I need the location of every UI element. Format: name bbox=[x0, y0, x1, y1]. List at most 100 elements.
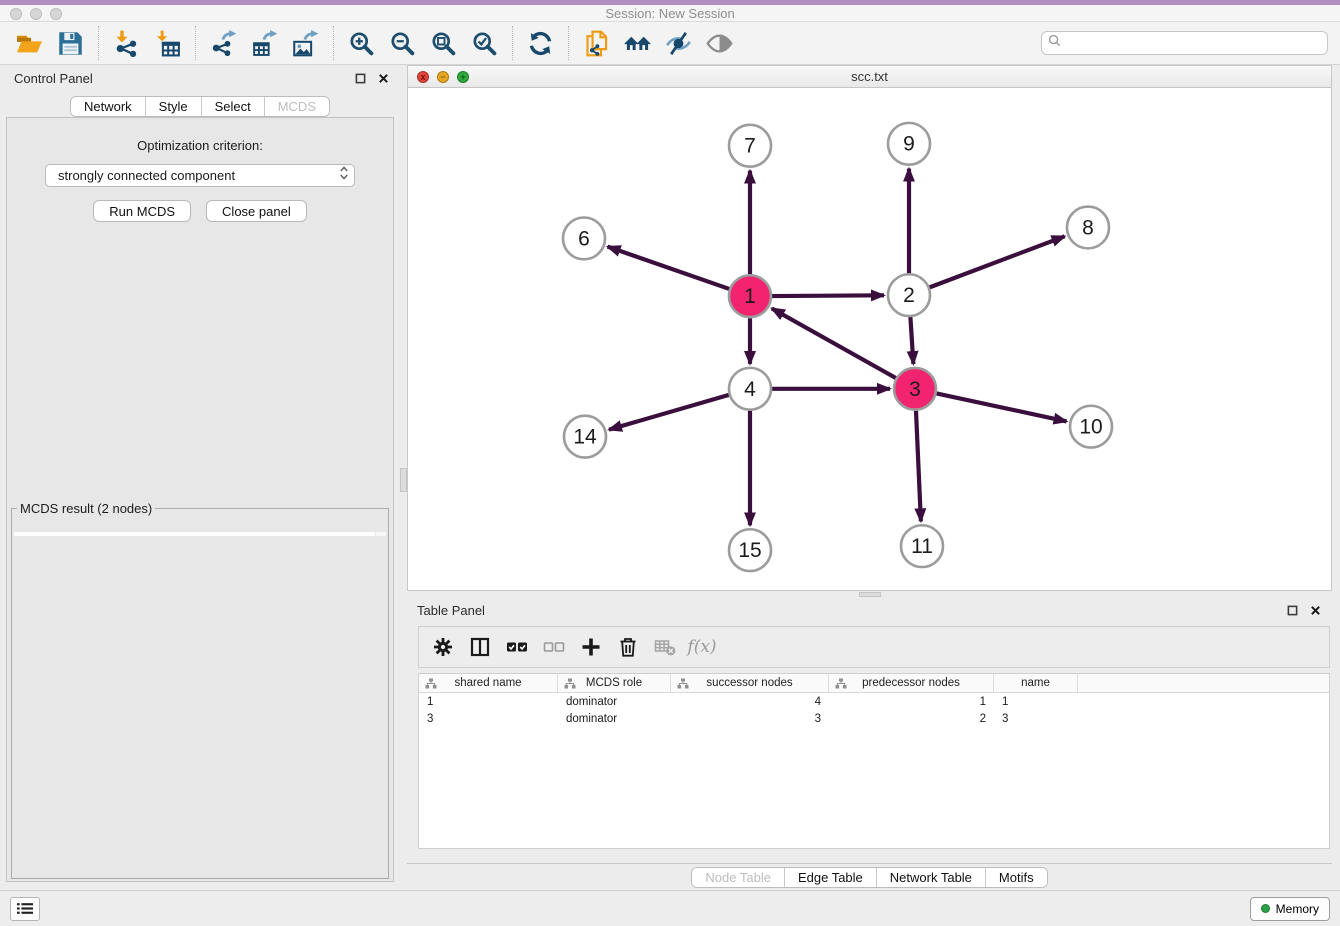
search-input[interactable] bbox=[1065, 36, 1321, 50]
search-box[interactable] bbox=[1041, 31, 1328, 55]
attribute-type-icon bbox=[564, 678, 576, 689]
select-stepper-icon bbox=[339, 165, 349, 186]
add-row-button[interactable] bbox=[577, 632, 605, 662]
zoom-selected-button[interactable] bbox=[467, 26, 501, 60]
table-panel: Table Panel f(x) shared nameMCDS rolesuc… bbox=[407, 597, 1332, 890]
memory-button[interactable]: Memory bbox=[1250, 897, 1330, 921]
gear-icon bbox=[432, 636, 454, 658]
column-header-label: predecessor nodes bbox=[862, 677, 960, 689]
table-row[interactable]: 1dominator411 bbox=[419, 693, 1329, 710]
export-image-button[interactable] bbox=[288, 26, 322, 60]
export-table-button[interactable] bbox=[247, 26, 281, 60]
attribute-type-icon bbox=[677, 678, 689, 689]
zoom-out-icon bbox=[389, 30, 416, 57]
table-cell: 1 bbox=[994, 693, 1078, 710]
network-view-window: x − + scc.txt 7968124314101511 bbox=[407, 65, 1332, 591]
import-network-button[interactable] bbox=[109, 26, 143, 60]
splitter-grip[interactable] bbox=[859, 592, 881, 597]
houses-button[interactable] bbox=[620, 26, 654, 60]
export-image-icon bbox=[292, 30, 319, 57]
table-cell: 1 bbox=[419, 693, 558, 710]
table-row[interactable]: 3dominator323 bbox=[419, 710, 1329, 727]
right-column: x − + scc.txt 7968124314101511 Table Pan… bbox=[407, 65, 1340, 890]
delete-row-button[interactable] bbox=[614, 632, 642, 662]
memory-status-icon bbox=[1261, 904, 1270, 913]
table-panel-title: Table Panel bbox=[417, 603, 485, 618]
splitter-grip[interactable] bbox=[400, 468, 407, 492]
import-table-button[interactable] bbox=[150, 26, 184, 60]
table-panel-float-button[interactable] bbox=[1285, 603, 1299, 617]
table-cell: 3 bbox=[994, 710, 1078, 727]
network-window-titlebar: x − + scc.txt bbox=[408, 66, 1331, 88]
clone-network-button[interactable] bbox=[579, 26, 613, 60]
control-panel-close-button[interactable] bbox=[376, 71, 390, 85]
header-filler bbox=[1078, 674, 1329, 692]
control-panel-title: Control Panel bbox=[14, 71, 93, 86]
tab-node-table[interactable]: Node Table bbox=[692, 868, 785, 887]
zoom-fit-button[interactable] bbox=[426, 26, 460, 60]
table-cell: 4 bbox=[671, 693, 829, 710]
graph-edge-2-8[interactable] bbox=[930, 236, 1065, 287]
task-history-button[interactable] bbox=[10, 897, 40, 921]
mac-titlebar: Session: New Session bbox=[0, 0, 1340, 22]
mcds-result-legend: MCDS result (2 nodes) bbox=[17, 501, 155, 516]
column-header-shared-name[interactable]: shared name bbox=[419, 674, 558, 692]
graph-edge-2-3[interactable] bbox=[910, 317, 913, 364]
attribute-type-icon bbox=[425, 678, 437, 689]
tab-motifs[interactable]: Motifs bbox=[986, 868, 1047, 887]
mcds-tab-content: Optimization criterion: strongly connect… bbox=[6, 117, 394, 882]
zoom-out-button[interactable] bbox=[385, 26, 419, 60]
delete-table-icon bbox=[654, 636, 676, 658]
birds-eye-view-button[interactable] bbox=[702, 26, 736, 60]
graph-node-label: 11 bbox=[911, 535, 933, 558]
table-panel-close-button[interactable] bbox=[1308, 603, 1322, 617]
gear-button[interactable] bbox=[429, 632, 457, 662]
toolbar-separator bbox=[512, 26, 513, 60]
vertical-splitter[interactable] bbox=[400, 65, 407, 890]
open-session-button[interactable] bbox=[12, 26, 46, 60]
toolbar-separator bbox=[195, 26, 196, 60]
toolbar-separator bbox=[568, 26, 569, 60]
hide-graphics-details-button[interactable] bbox=[661, 26, 695, 60]
mcds-result-fieldset: MCDS result (2 nodes) 13 bbox=[11, 501, 389, 879]
graph-edge-3-11[interactable] bbox=[916, 411, 921, 522]
zoom-in-button[interactable] bbox=[344, 26, 378, 60]
import-table-icon bbox=[154, 30, 181, 57]
graph-edge-4-14[interactable] bbox=[609, 395, 729, 430]
tab-select[interactable]: Select bbox=[202, 97, 265, 116]
toolbar-separator bbox=[98, 26, 99, 60]
column-header-successor-nodes[interactable]: successor nodes bbox=[671, 674, 829, 692]
tab-edge-table[interactable]: Edge Table bbox=[785, 868, 877, 887]
control-panel-tabs: NetworkStyleSelectMCDS bbox=[0, 91, 400, 117]
clear-selection-button[interactable] bbox=[540, 632, 568, 662]
column-header-predecessor-nodes[interactable]: predecessor nodes bbox=[829, 674, 994, 692]
import-network-icon bbox=[113, 30, 140, 57]
columns-button[interactable] bbox=[466, 632, 494, 662]
save-session-button[interactable] bbox=[53, 26, 87, 60]
columns-icon bbox=[469, 636, 491, 658]
result-scrollbar[interactable] bbox=[375, 532, 386, 536]
graph-edge-1-6[interactable] bbox=[608, 247, 730, 289]
refresh-button[interactable] bbox=[523, 26, 557, 60]
optimization-criterion-select[interactable]: strongly connected component bbox=[45, 164, 355, 187]
tab-style[interactable]: Style bbox=[146, 97, 202, 116]
graph-edge-1-2[interactable] bbox=[772, 295, 884, 296]
network-canvas[interactable]: 7968124314101511 bbox=[408, 88, 1331, 590]
graph-node-label: 4 bbox=[744, 378, 756, 401]
close-panel-button[interactable]: Close panel bbox=[206, 200, 307, 222]
export-network-button[interactable] bbox=[206, 26, 240, 60]
graph-edge-3-1[interactable] bbox=[772, 308, 896, 378]
column-header-MCDS-role[interactable]: MCDS role bbox=[558, 674, 671, 692]
open-session-icon bbox=[16, 30, 43, 57]
control-panel-float-button[interactable] bbox=[353, 71, 367, 85]
houses-icon bbox=[624, 30, 651, 57]
tab-mcds[interactable]: MCDS bbox=[265, 97, 329, 116]
run-mcds-button[interactable]: Run MCDS bbox=[93, 200, 191, 222]
column-header-label: MCDS role bbox=[586, 677, 642, 689]
select-all-button[interactable] bbox=[503, 632, 531, 662]
tab-network-table[interactable]: Network Table bbox=[877, 868, 986, 887]
column-header-name[interactable]: name bbox=[994, 674, 1078, 692]
graph-edge-3-10[interactable] bbox=[937, 393, 1067, 421]
mcds-result-text[interactable]: 13 bbox=[14, 532, 386, 536]
tab-network[interactable]: Network bbox=[71, 97, 146, 116]
